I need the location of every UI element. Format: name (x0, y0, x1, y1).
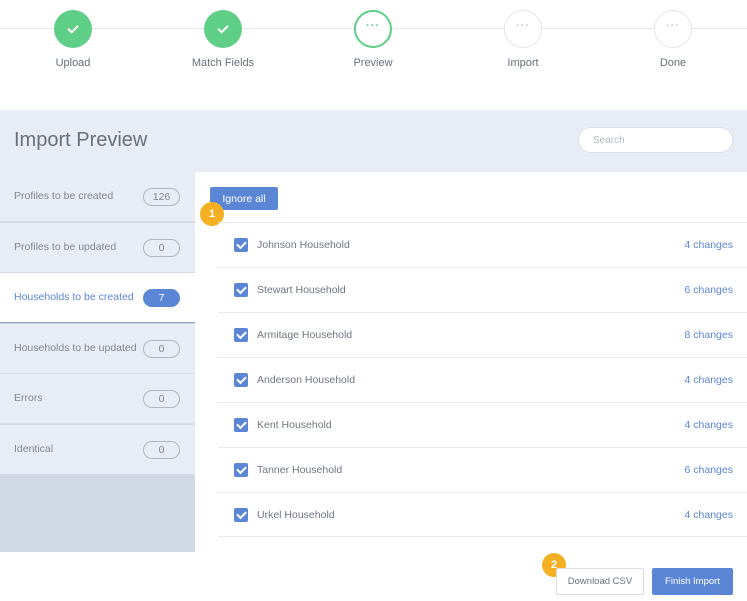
ellipsis-icon: ··· (366, 20, 380, 32)
row-checkbox[interactable] (234, 418, 248, 432)
changes-link[interactable]: 6 changes (685, 284, 733, 296)
step-upload: Upload (13, 10, 133, 69)
page-title: Import Preview (14, 129, 148, 151)
household-name: Johnson Household (257, 239, 350, 251)
finish-import-button[interactable]: Finish Import (652, 568, 733, 595)
step-done-circle: ··· (654, 10, 692, 48)
footer-actions: 2 Download CSV Finish Import (0, 552, 747, 601)
list-item: Armitage Household 8 changes (218, 312, 747, 357)
step-preview: ··· Preview (313, 10, 433, 69)
changes-link[interactable]: 4 changes (685, 419, 733, 431)
household-name: Stewart Household (257, 284, 346, 296)
sidebar-item-label: Identical (14, 443, 54, 455)
row-checkbox[interactable] (234, 328, 248, 342)
row-checkbox[interactable] (234, 508, 248, 522)
import-stepper: Upload Match Fields ··· Preview ··· Impo… (0, 0, 747, 110)
sidebar-item-households-updated[interactable]: Households to be updated 0 (0, 324, 195, 374)
changes-link[interactable]: 4 changes (685, 509, 733, 521)
step-label: Upload (55, 57, 91, 69)
count-badge: 7 (143, 289, 180, 307)
step-label: Done (659, 57, 687, 69)
list-item: Stewart Household 6 changes (218, 267, 747, 312)
household-name: Anderson Household (257, 374, 356, 386)
step-preview-circle: ··· (354, 10, 392, 48)
sidebar-item-profiles-created[interactable]: Profiles to be created 126 (0, 172, 195, 222)
sidebar-item-identical[interactable]: Identical 0 (0, 425, 195, 475)
step-label: Import (507, 57, 539, 69)
list-item: Anderson Household 4 changes (218, 357, 747, 402)
household-name: Armitage Household (257, 329, 353, 341)
changes-link[interactable]: 4 changes (685, 374, 733, 386)
check-icon (217, 21, 229, 34)
sidebar-item-households-created[interactable]: Households to be created 7 (0, 273, 195, 323)
list-item: Johnson Household 4 changes (218, 222, 747, 267)
ellipsis-icon: ··· (666, 20, 680, 32)
preview-header: Import Preview (0, 110, 747, 172)
step-match-fields-circle (204, 10, 242, 48)
list-item: Urkel Household 4 changes (218, 492, 747, 537)
sidebar-item-profiles-updated[interactable]: Profiles to be updated 0 (0, 223, 195, 273)
changes-link[interactable]: 6 changes (685, 464, 733, 476)
sidebar-item-label: Profiles to be created (14, 190, 114, 202)
list-item: Tanner Household 6 changes (218, 447, 747, 492)
check-icon (67, 21, 79, 34)
household-name: Urkel Household (257, 509, 335, 521)
sidebar-item-label: Households to be updated (14, 342, 137, 354)
row-checkbox[interactable] (234, 283, 248, 297)
step-match-fields: Match Fields (163, 10, 283, 69)
sidebar-item-errors[interactable]: Errors 0 (0, 374, 195, 424)
step-import-circle: ··· (504, 10, 542, 48)
count-badge: 126 (143, 188, 180, 206)
step-label: Preview (353, 57, 393, 69)
count-badge: 0 (143, 441, 180, 459)
sidebar-item-label: Households to be created (14, 291, 134, 303)
sidebar-item-label: Profiles to be updated (14, 241, 117, 253)
household-list: Ignore all 1 Johnson Household 4 changes… (195, 172, 747, 552)
list-item: Kent Household 4 changes (218, 402, 747, 447)
household-name: Tanner Household (257, 464, 343, 476)
changes-link[interactable]: 8 changes (685, 329, 733, 341)
category-sidebar: Profiles to be created 126 Profiles to b… (0, 172, 195, 552)
step-upload-circle (54, 10, 92, 48)
changes-link[interactable]: 4 changes (685, 239, 733, 251)
count-badge: 0 (143, 390, 180, 408)
search-input[interactable] (578, 127, 733, 153)
step-import: ··· Import (463, 10, 583, 69)
count-badge: 0 (143, 239, 180, 257)
row-checkbox[interactable] (234, 463, 248, 477)
step-label: Match Fields (191, 57, 255, 69)
ellipsis-icon: ··· (516, 20, 530, 32)
row-checkbox[interactable] (234, 373, 248, 387)
row-checkbox[interactable] (234, 238, 248, 252)
sidebar-item-label: Errors (14, 392, 43, 404)
step-done: ··· Done (613, 10, 733, 69)
count-badge: 0 (143, 340, 180, 358)
download-csv-button[interactable]: Download CSV (556, 568, 644, 595)
household-name: Kent Household (257, 419, 332, 431)
